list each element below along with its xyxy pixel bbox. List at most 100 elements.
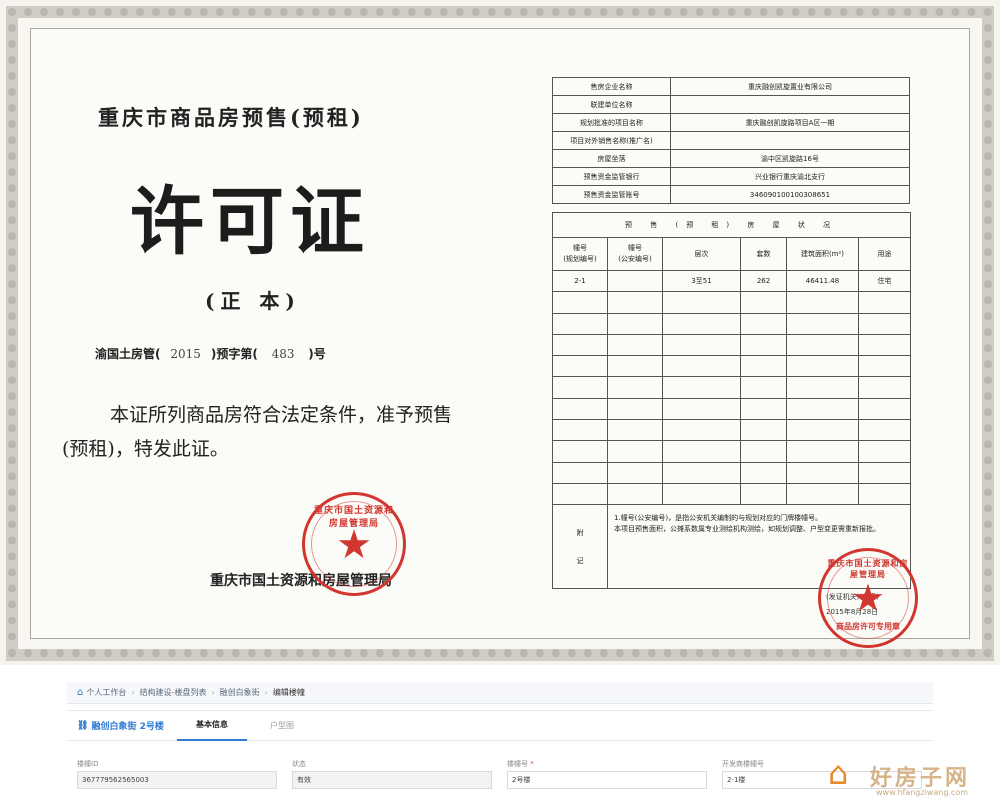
breadcrumb-item-building-list[interactable]: 结构建设-楼盘列表 [140,687,207,698]
table-row [552,333,912,357]
permit-suffix: )号 [308,347,326,361]
info-row: 联建单位名称 [552,95,910,114]
home-icon[interactable]: ⌂ [77,687,83,698]
chevron-right-icon: › [211,688,215,697]
table-cell [552,482,608,506]
info-value: 兴业银行重庆渝北支行 [670,167,910,186]
info-label: 售房企业名称 [552,77,671,96]
table-cell [857,440,912,463]
table-cell: 46411.48 [786,269,859,293]
certificate-scan: 重庆市商品房预售(预租) 许可证 (正 本) 渝国土房管( 2015 )预字第(… [0,0,1000,665]
sale-table-heading: 预 售 (预 租) 房 屋 状 况 [551,212,912,238]
status-input[interactable]: 有效 [292,771,492,789]
info-value: 渝中区凯旋路16号 [670,149,910,168]
edit-building-card: ⛓ 融创白象街 2号楼 基本信息 户型图 楼幢ID 36777956256500… [67,710,933,803]
table-row [552,376,912,399]
table-cell [607,482,663,506]
sale-status-table: 预 售 (预 租) 房 屋 状 况 幢号 (规划编号) 幢号 (公安编号) 层次 套数… [551,212,912,590]
table-cell [552,291,608,314]
field-label-text: 楼幢号 [507,760,528,768]
table-cell [786,312,859,335]
table-cell [607,461,663,484]
info-value [670,95,910,114]
sale-table-header-row: 幢号 (规划编号) 幢号 (公安编号) 层次 套数 建筑面积(m²) 用途 [552,237,912,271]
table-cell [552,355,608,378]
tab-bar: ⛓ 融创白象街 2号楼 基本信息 户型图 [67,711,933,741]
link-icon: ⛓ [77,720,89,731]
info-value [670,131,910,150]
breadcrumb: ⌂ 个人工作台 › 结构建设-楼盘列表 › 融创白象街 › 编辑楼幢 [67,682,933,704]
certificate-title-main: 许可证 [130,179,370,265]
table-cell [552,461,608,484]
table-cell [607,291,663,314]
table-row [552,440,912,463]
certificate-statement: 本证所列商品房符合法定条件，准予预售(预租)，特发此证。 [62,404,453,460]
permit-number: 483 [271,347,295,361]
table-cell [662,333,741,357]
table-cell [857,312,912,335]
table-cell [740,333,787,357]
info-value: 重庆融创凯旋置业有限公司 [670,77,910,96]
breadcrumb-item-project[interactable]: 融创白象街 [220,687,260,698]
table-cell [662,291,741,314]
tab-basic-info[interactable]: 基本信息 [177,711,247,741]
table-cell [607,312,663,335]
info-label: 规划批准的项目名称 [552,113,671,132]
building-link-label: 融创白象街 2号楼 [91,722,164,732]
table-cell [786,482,859,506]
table-cell [552,312,608,335]
table-cell [857,482,912,506]
sale-column-header: 用途 [857,237,912,271]
table-cell [740,440,787,463]
table-row [552,419,912,442]
table-cell: 2-1 [552,269,608,293]
table-cell [786,461,859,484]
table-row [552,291,912,314]
building-number-input[interactable]: 2号楼 [507,771,707,789]
table-cell [552,333,608,357]
table-cell [786,333,859,357]
table-cell: 住宅 [857,269,912,293]
breadcrumb-item-workbench[interactable]: 个人工作台 [86,687,126,698]
building-link[interactable]: ⛓ 融创白象街 2号楼 [67,719,177,733]
permit-middle: )预字第( [210,347,258,361]
table-cell [662,355,741,378]
table-cell [552,440,608,463]
info-label: 项目对外销售名称(推广名) [552,131,671,150]
status-field: 状态 有效 [292,759,492,789]
table-cell [786,355,859,378]
table-cell [740,419,787,442]
table-cell [857,397,912,421]
table-row [552,461,912,484]
house-icon: ⌂ [828,754,849,792]
table-cell [662,440,741,463]
table-row: 2-1 3至51 262 46411.48 住宅 [552,269,912,293]
permit-prefix: 渝国土房管( [95,347,161,361]
info-label: 房屋坐落 [552,149,671,168]
site-watermark: ⌂ 好房子网 www.hfangziwang.com [820,754,995,802]
table-cell [552,419,608,442]
table-cell: 262 [740,269,787,293]
building-id-input[interactable]: 367779562565003 [77,771,277,789]
info-row: 房屋坐落 渝中区凯旋路16号 [552,149,910,168]
table-cell [607,355,663,378]
notes-label: 附 记 [552,504,608,590]
table-row [552,355,912,378]
certificate-info-table: 售房企业名称 重庆融创凯旋置业有限公司 联建单位名称 规划批准的项目名称 重庆融创凯旋路… [552,77,910,204]
table-cell [740,397,787,421]
info-label: 预售资金监管银行 [552,167,671,186]
table-cell [857,333,912,357]
info-value: 346090100100308651 [670,185,910,204]
chevron-right-icon: › [131,688,135,697]
field-label: 楼幢ID [77,760,99,768]
info-row: 预售资金监管银行 兴业银行重庆渝北支行 [552,167,910,186]
breadcrumb-item-current: 编辑楼幢 [272,688,305,697]
table-row [552,312,912,335]
certificate-title-sub: (正 本) [205,289,301,313]
info-value: 重庆融创凯旋路项目A区一期 [670,113,910,132]
admin-panel: ⌂ 个人工作台 › 结构建设-楼盘列表 › 融创白象街 › 编辑楼幢 ⛓ 融创白… [67,682,933,803]
tab-floor-plan[interactable]: 户型图 [247,711,317,741]
table-cell [662,312,741,335]
table-cell [786,440,859,463]
permit-number-line: 渝国土房管( 2015 )预字第( 483 )号 [95,345,326,362]
